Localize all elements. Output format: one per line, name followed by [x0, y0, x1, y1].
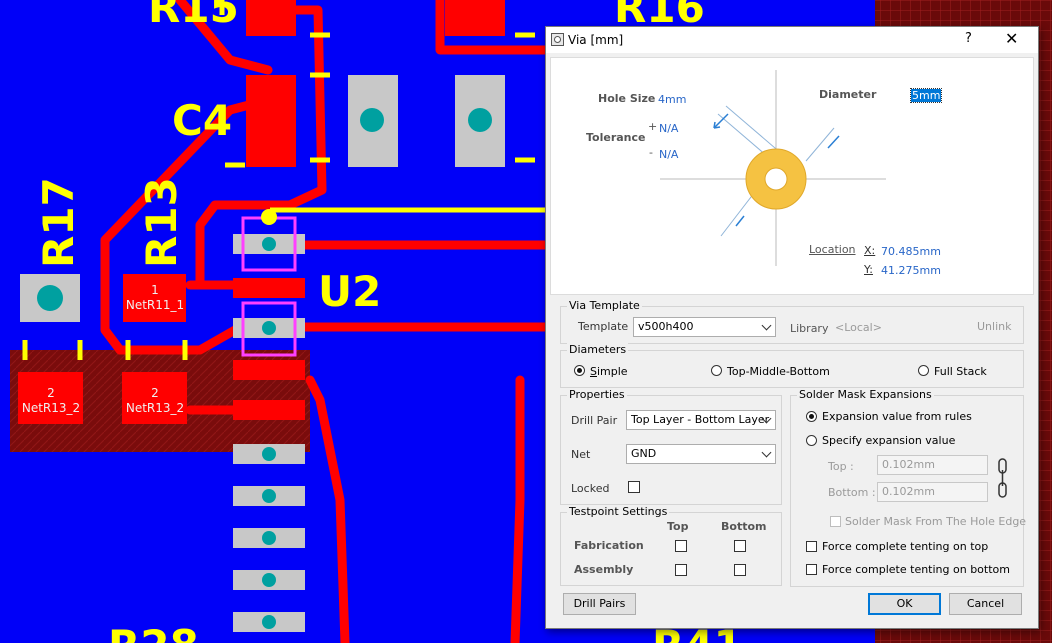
location-y-value[interactable]: 41.275mm	[881, 264, 941, 277]
ok-button[interactable]: OK	[868, 593, 941, 615]
force-tenting-bottom-checkbox[interactable]	[806, 564, 817, 575]
expansion-rules-label[interactable]: Expansion value from rules	[822, 410, 972, 423]
force-tenting-bottom-label[interactable]: Force complete tenting on bottom	[822, 563, 1010, 576]
diameter-value[interactable]: 5mm	[909, 88, 943, 103]
testpoint-top-header: Top	[667, 520, 689, 533]
full-stack-label[interactable]: Full Stack	[934, 365, 987, 378]
dialog-title: Via [mm]	[568, 33, 624, 47]
simple-radio-label[interactable]: Simple	[590, 365, 628, 378]
designator-r13: R13	[137, 177, 186, 268]
unlink-button[interactable]: Unlink	[977, 320, 1011, 333]
svg-text:1: 1	[151, 283, 159, 297]
mask-from-hole-label: Solder Mask From The Hole Edge	[845, 515, 1027, 528]
properties-group: Properties Drill Pair Top Layer - Bottom…	[560, 388, 782, 505]
location-label: Location	[809, 243, 856, 256]
link-chain-icon[interactable]	[997, 458, 1009, 498]
properties-title: Properties	[567, 388, 627, 401]
via-template-group: Via Template Template v500h400 Library <…	[560, 299, 1024, 344]
testpoint-bottom-header: Bottom	[721, 520, 767, 533]
drill-pair-value: Top Layer - Bottom Layer	[631, 413, 770, 426]
smd-pads	[18, 0, 505, 632]
svg-text:2: 2	[151, 386, 159, 400]
designator-u2: U2	[318, 267, 381, 316]
library-label: Library	[790, 322, 829, 335]
designator-r28: R28	[108, 621, 199, 643]
full-stack-radio[interactable]	[918, 365, 929, 376]
hole-size-label: Hole Size	[598, 92, 656, 105]
location-y-label: Y:	[864, 263, 873, 276]
diameters-title: Diameters	[567, 343, 629, 356]
testpoint-title: Testpoint Settings	[567, 505, 670, 518]
svg-text:NetR11_1: NetR11_1	[126, 298, 184, 312]
chevron-down-icon	[761, 320, 772, 331]
dialog-titlebar: Via [mm] ? ✕	[546, 27, 1038, 53]
location-x-label: X:	[864, 244, 876, 257]
testpoint-group: Testpoint Settings Top Bottom Fabricatio…	[560, 505, 782, 586]
assembly-label: Assembly	[574, 563, 634, 576]
mask-bottom-label: Bottom :	[828, 486, 876, 499]
top-middle-bottom-radio[interactable]	[711, 365, 722, 376]
via-diagram	[660, 70, 886, 266]
fabrication-bottom-checkbox[interactable]	[734, 540, 746, 552]
drill-pairs-button[interactable]: Drill Pairs	[563, 593, 636, 615]
via-dialog: Via [mm] ? ✕ Hole Size 4mm Tolerance + N…	[545, 26, 1039, 629]
assembly-top-checkbox[interactable]	[675, 564, 687, 576]
location-x-value[interactable]: 70.485mm	[881, 245, 941, 258]
close-button[interactable]: ✕	[1005, 29, 1018, 48]
mask-bottom-input[interactable]: 0.102mm	[877, 482, 988, 502]
designator-c4: C4	[172, 96, 232, 145]
tolerance-minus-sign: -	[649, 146, 653, 159]
locked-label: Locked	[571, 482, 610, 495]
fabrication-label: Fabrication	[574, 539, 644, 552]
net-value: GND	[631, 447, 657, 460]
svg-text:NetR13_2: NetR13_2	[126, 401, 184, 415]
solder-mask-title: Solder Mask Expansions	[797, 388, 934, 401]
tolerance-label: Tolerance	[586, 131, 646, 144]
force-tenting-top-checkbox[interactable]	[806, 541, 817, 552]
via-icon	[551, 33, 564, 46]
cancel-button[interactable]: Cancel	[949, 593, 1022, 615]
force-tenting-top-label[interactable]: Force complete tenting on top	[822, 540, 988, 553]
net-label: Net	[571, 448, 591, 461]
top-middle-bottom-label[interactable]: Top-Middle-Bottom	[727, 365, 830, 378]
specify-expansion-label[interactable]: Specify expansion value	[822, 434, 955, 447]
net-select[interactable]: GND	[626, 444, 776, 464]
library-value: <Local>	[835, 321, 882, 334]
locked-checkbox[interactable]	[628, 481, 640, 493]
template-select[interactable]: v500h400	[633, 317, 776, 337]
chevron-down-icon	[761, 447, 772, 458]
template-select-value: v500h400	[638, 320, 694, 333]
mask-top-label: Top :	[828, 460, 854, 473]
drill-pair-label: Drill Pair	[571, 414, 618, 427]
via-preview-panel: Hole Size 4mm Tolerance + N/A - N/A Diam…	[550, 57, 1034, 295]
diameters-group: Diameters Simple Top-Middle-Bottom Full …	[560, 343, 1024, 388]
fabrication-top-checkbox[interactable]	[675, 540, 687, 552]
specify-expansion-radio[interactable]	[806, 435, 817, 446]
expansion-rules-radio[interactable]	[806, 411, 817, 422]
help-button[interactable]: ?	[965, 31, 972, 46]
designator-r15: R15	[148, 0, 239, 32]
simple-radio[interactable]	[574, 365, 585, 376]
designator-r17: R17	[34, 177, 83, 268]
mask-top-input[interactable]: 0.102mm	[877, 455, 988, 475]
drill-pair-select[interactable]: Top Layer - Bottom Layer	[626, 410, 776, 430]
template-label: Template	[578, 320, 629, 333]
solder-mask-group: Solder Mask Expansions Expansion value f…	[790, 388, 1027, 587]
via-template-title: Via Template	[567, 299, 642, 312]
svg-text:NetR13_2: NetR13_2	[22, 401, 80, 415]
svg-text:2: 2	[47, 386, 55, 400]
mask-from-hole-checkbox[interactable]	[830, 516, 841, 527]
assembly-bottom-checkbox[interactable]	[734, 564, 746, 576]
